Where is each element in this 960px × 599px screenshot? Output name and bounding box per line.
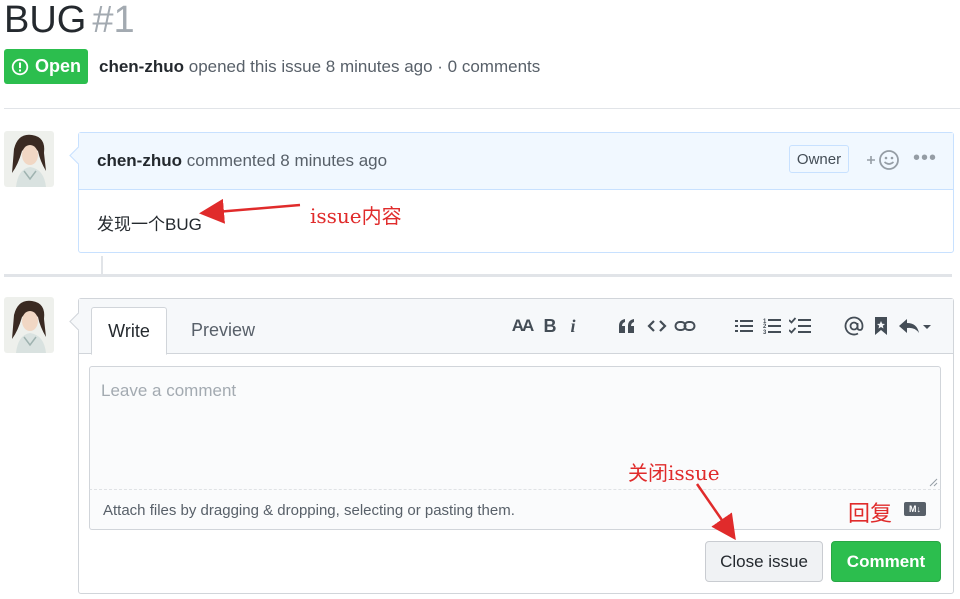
arrow-to-issue-body — [199, 198, 301, 224]
annotation-close-issue: 关闭issue — [628, 461, 720, 485]
annotation-issue-content: issue内容 — [310, 204, 402, 228]
annotation-reply: 回复 — [848, 502, 893, 527]
arrow-to-close-button — [695, 483, 736, 541]
annotation-arrows — [199, 198, 736, 541]
